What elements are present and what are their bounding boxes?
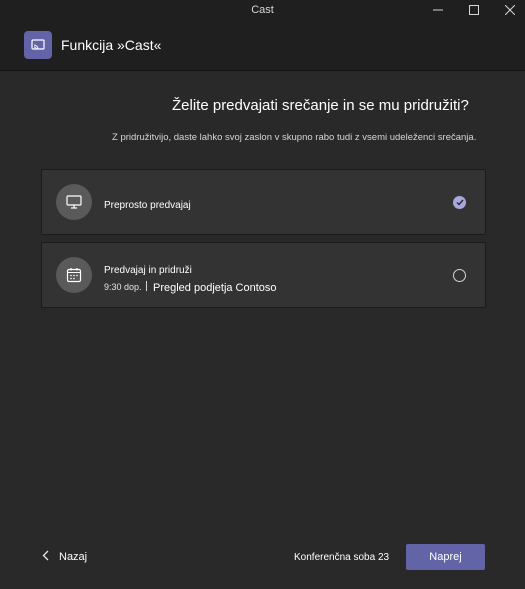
page-title: Funkcija »Cast« xyxy=(61,37,162,53)
question-heading: Želite predvajati srečanje in se mu prid… xyxy=(172,97,469,114)
room-name: Konferenčna soba 23 xyxy=(294,552,390,563)
monitor-icon xyxy=(56,184,92,220)
option-label: Predvajaj in pridruži xyxy=(104,265,192,276)
calendar-icon xyxy=(56,257,92,293)
back-button[interactable]: Nazaj xyxy=(42,549,87,564)
header: Funkcija »Cast« xyxy=(0,20,525,71)
cast-icon xyxy=(24,31,52,59)
window-title: Cast xyxy=(251,4,274,16)
minimize-icon[interactable] xyxy=(423,0,453,20)
question-subtitle: Z pridružitvijo, daste lahko svoj zaslon… xyxy=(112,132,477,143)
back-label: Nazaj xyxy=(59,550,88,563)
checkmark-icon xyxy=(453,196,466,209)
meeting-title: Pregled podjetja Contoso xyxy=(153,282,277,294)
option-cast-and-join[interactable]: Predvajaj in pridruži 9:30 dop. Pregled … xyxy=(41,242,486,308)
title-bar: Cast xyxy=(0,0,525,20)
option-label: Preprosto predvajaj xyxy=(104,200,191,211)
option-cast-only[interactable]: Preprosto predvajaj xyxy=(41,169,486,235)
separator xyxy=(146,281,147,291)
next-button[interactable]: Naprej xyxy=(406,544,485,570)
chevron-left-icon xyxy=(42,549,49,564)
close-icon[interactable] xyxy=(495,0,525,20)
radio-button[interactable] xyxy=(453,269,466,282)
meeting-time: 9:30 dop. xyxy=(104,282,142,292)
maximize-icon[interactable] xyxy=(459,0,489,20)
